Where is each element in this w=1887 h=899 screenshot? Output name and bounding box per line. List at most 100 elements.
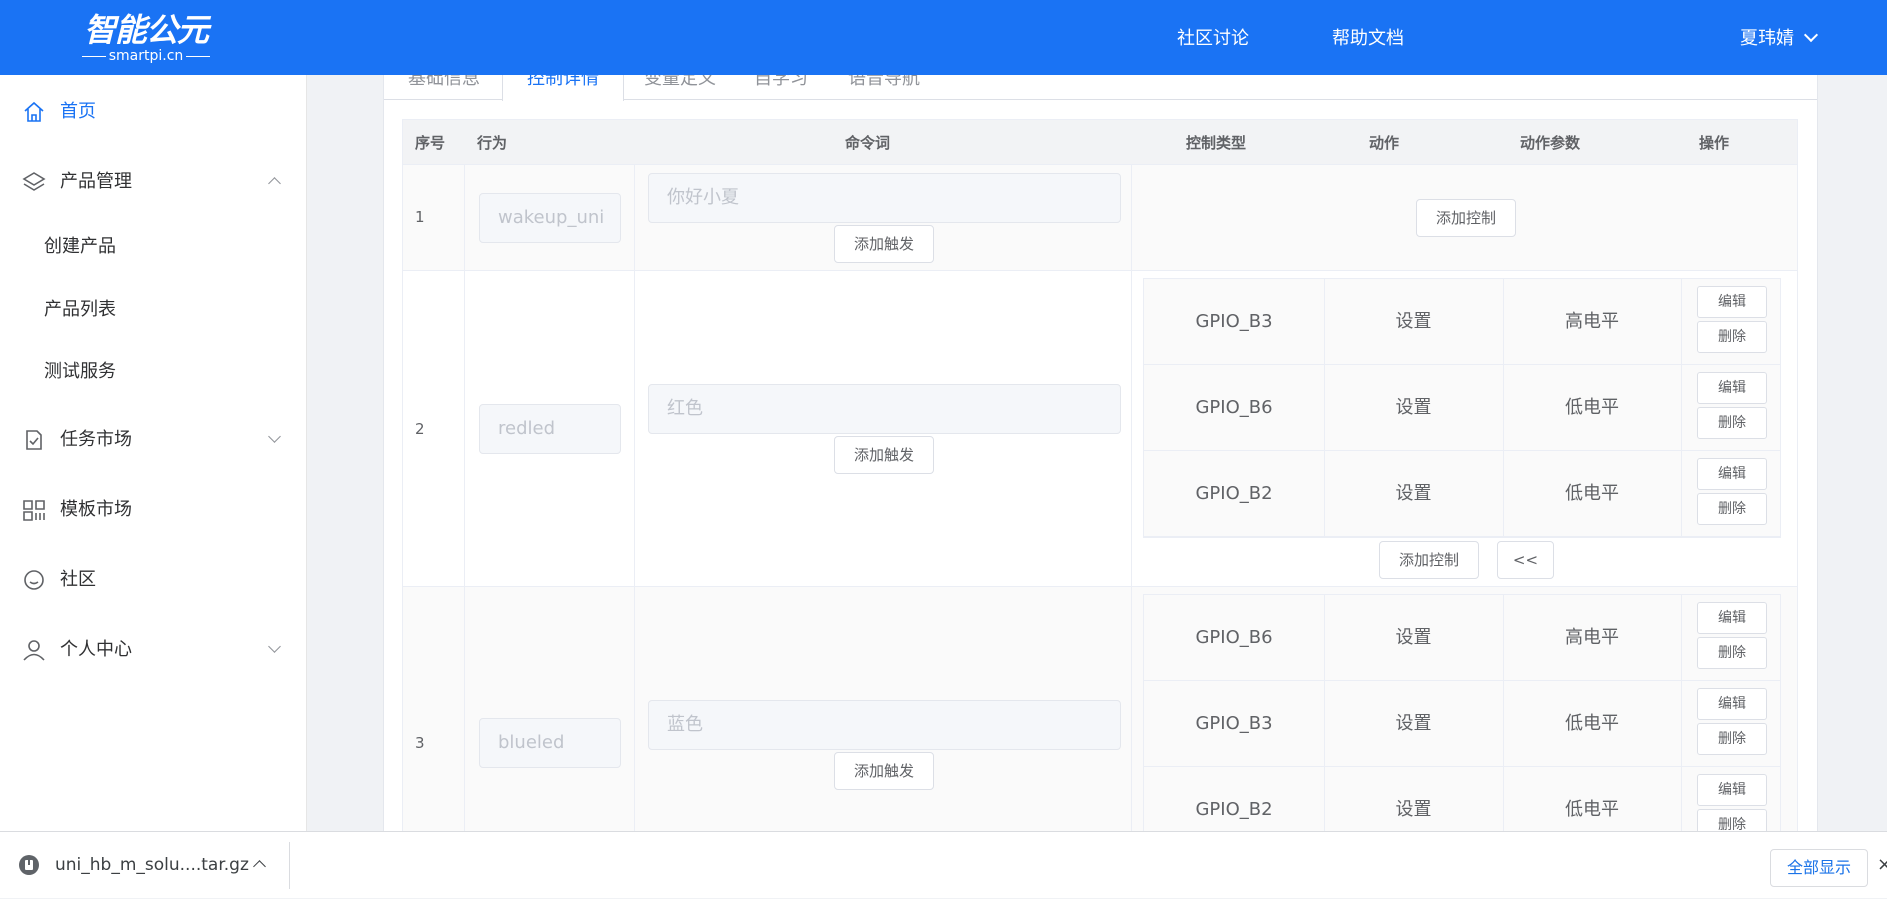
command-input[interactable]: 蓝色 (648, 700, 1121, 750)
sidebar-item-label: 测试服务 (44, 361, 116, 382)
sidebar-item-label: 模板市场 (60, 499, 132, 520)
product-detail-card: 基础信息 控制详情 变量定义 自学习 语音导航 序号 行为 命令词 控制类型 动… (383, 75, 1818, 831)
user-menu[interactable]: 夏玮婧 (1740, 0, 1794, 75)
sidebar-item-product-list[interactable]: 产品列表 (0, 285, 307, 335)
sidebar-item-test-service[interactable]: 测试服务 (0, 347, 307, 397)
sidebar-item-create-product[interactable]: 创建产品 (0, 222, 307, 272)
control-action: 设置 (1395, 311, 1432, 332)
control-list: GPIO_B3 设置 高电平 编辑 删除 GPIO_B6 设置 低电平 编辑 删… (1143, 278, 1781, 538)
col-control-type: 控制类型 (1186, 134, 1247, 152)
sidebar-item-label: 任务市场 (60, 429, 132, 450)
behavior-input[interactable]: redled (479, 404, 621, 454)
edit-button[interactable]: 编辑 (1697, 688, 1767, 720)
add-control-button[interactable]: 添加控制 (1416, 199, 1516, 237)
sidebar-item-template-market[interactable]: 模板市场 (0, 485, 307, 535)
table-row: 3 blueled 蓝色 添加触发 GPIO_B6 设置 高电平 编辑 删除 G… (402, 587, 1798, 831)
main-content: 基础信息 控制详情 变量定义 自学习 语音导航 序号 行为 命令词 控制类型 动… (308, 75, 1887, 831)
collapse-button[interactable]: << (1497, 541, 1554, 579)
sidebar-item-label: 社区 (60, 569, 96, 590)
add-trigger-button[interactable]: 添加触发 (834, 436, 934, 474)
col-operation: 操作 (1699, 134, 1730, 152)
sidebar-item-label: 首页 (60, 101, 96, 122)
tab-basic-info[interactable]: 基础信息 (384, 75, 504, 99)
tab-voice-navigation[interactable]: 语音导航 (824, 75, 944, 99)
logo[interactable]: 智能公元 smartpi.cn (80, 10, 212, 66)
edit-button[interactable]: 编辑 (1697, 774, 1767, 806)
sidebar-item-task-market[interactable]: 任务市场 (0, 415, 307, 465)
sidebar-item-home[interactable]: 首页 (0, 87, 307, 137)
control-action: 设置 (1395, 397, 1432, 418)
control-type: GPIO_B2 (1195, 483, 1273, 504)
control-item: GPIO_B6 设置 低电平 编辑 删除 (1144, 365, 1780, 451)
tab-self-learning[interactable]: 自学习 (730, 75, 832, 99)
sidebar-item-community[interactable]: 社区 (0, 555, 307, 605)
add-trigger-button[interactable]: 添加触发 (834, 752, 934, 790)
user-icon (23, 640, 45, 661)
col-action: 动作 (1369, 134, 1400, 152)
nav-community[interactable]: 社区讨论 (1177, 0, 1249, 75)
delete-button[interactable]: 删除 (1697, 723, 1767, 755)
download-bar: uni_hb_m_solu....tar.gz 全部显示 × (0, 831, 1887, 898)
control-item: GPIO_B2 设置 低电平 编辑 删除 (1144, 451, 1780, 537)
control-item: GPIO_B3 设置 高电平 编辑 删除 (1144, 279, 1780, 365)
control-param: 低电平 (1565, 713, 1619, 734)
edit-button[interactable]: 编辑 (1697, 372, 1767, 404)
download-file-name[interactable]: uni_hb_m_solu....tar.gz (55, 832, 249, 899)
control-list: GPIO_B6 设置 高电平 编辑 删除 GPIO_B3 设置 低电平 编辑 删… (1143, 594, 1781, 831)
chevron-down-icon (268, 640, 281, 653)
col-behavior: 行为 (477, 134, 508, 152)
sidebar-item-label: 创建产品 (44, 236, 116, 257)
sidebar-item-label: 产品列表 (44, 299, 116, 320)
edit-button[interactable]: 编辑 (1697, 458, 1767, 490)
control-param: 高电平 (1565, 627, 1619, 648)
archive-file-icon (19, 855, 39, 875)
control-action: 设置 (1395, 713, 1432, 734)
add-control-button[interactable]: 添加控制 (1379, 541, 1479, 579)
task-icon (26, 430, 42, 450)
add-trigger-button[interactable]: 添加触发 (834, 225, 934, 263)
behavior-input[interactable]: wakeup_uni (479, 193, 621, 243)
control-param: 低电平 (1565, 483, 1619, 504)
command-input[interactable]: 红色 (648, 384, 1121, 434)
control-param: 低电平 (1565, 799, 1619, 820)
row-index: 2 (415, 420, 425, 438)
sidebar-item-label: 产品管理 (60, 171, 132, 192)
home-icon (24, 101, 44, 122)
row-index: 1 (415, 208, 425, 226)
grid-icon (23, 500, 45, 521)
control-type: GPIO_B3 (1195, 713, 1273, 734)
control-item: GPIO_B6 设置 高电平 编辑 删除 (1144, 595, 1780, 681)
edit-button[interactable]: 编辑 (1697, 286, 1767, 318)
chevron-down-icon[interactable] (1803, 27, 1819, 43)
table-row: 1 wakeup_uni 你好小夏 添加触发 添加控制 (402, 165, 1798, 271)
control-type: GPIO_B3 (1195, 311, 1273, 332)
chevron-down-icon (268, 430, 281, 443)
sidebar-item-product-management[interactable]: 产品管理 (0, 157, 307, 207)
col-index: 序号 (415, 134, 446, 152)
top-bar: 智能公元 smartpi.cn 社区讨论 帮助文档 夏玮婧 (0, 0, 1887, 75)
command-input[interactable]: 你好小夏 (648, 173, 1121, 223)
close-icon[interactable]: × (1877, 854, 1887, 875)
tab-control-details[interactable]: 控制详情 (502, 75, 624, 101)
behavior-input[interactable]: blueled (479, 718, 621, 768)
sidebar-item-personal-center[interactable]: 个人中心 (0, 625, 307, 675)
control-item: GPIO_B2 设置 低电平 编辑 删除 (1144, 767, 1780, 831)
delete-button[interactable]: 删除 (1697, 809, 1767, 831)
tab-variable-definition[interactable]: 变量定义 (620, 75, 740, 99)
delete-button[interactable]: 删除 (1697, 637, 1767, 669)
control-action: 设置 (1395, 627, 1432, 648)
edit-button[interactable]: 编辑 (1697, 602, 1767, 634)
delete-button[interactable]: 删除 (1697, 407, 1767, 439)
control-action: 设置 (1395, 483, 1432, 504)
row-index: 3 (415, 734, 425, 752)
chevron-up-icon (268, 177, 281, 190)
smile-icon (24, 570, 44, 590)
logo-text: 智能公元 (83, 11, 209, 49)
show-all-button[interactable]: 全部显示 (1770, 849, 1868, 887)
chevron-up-icon[interactable] (253, 860, 266, 873)
delete-button[interactable]: 删除 (1697, 321, 1767, 353)
delete-button[interactable]: 删除 (1697, 493, 1767, 525)
table-header: 序号 行为 命令词 控制类型 动作 动作参数 操作 (402, 119, 1798, 165)
nav-help-docs[interactable]: 帮助文档 (1332, 0, 1404, 75)
control-type: GPIO_B2 (1195, 799, 1273, 820)
